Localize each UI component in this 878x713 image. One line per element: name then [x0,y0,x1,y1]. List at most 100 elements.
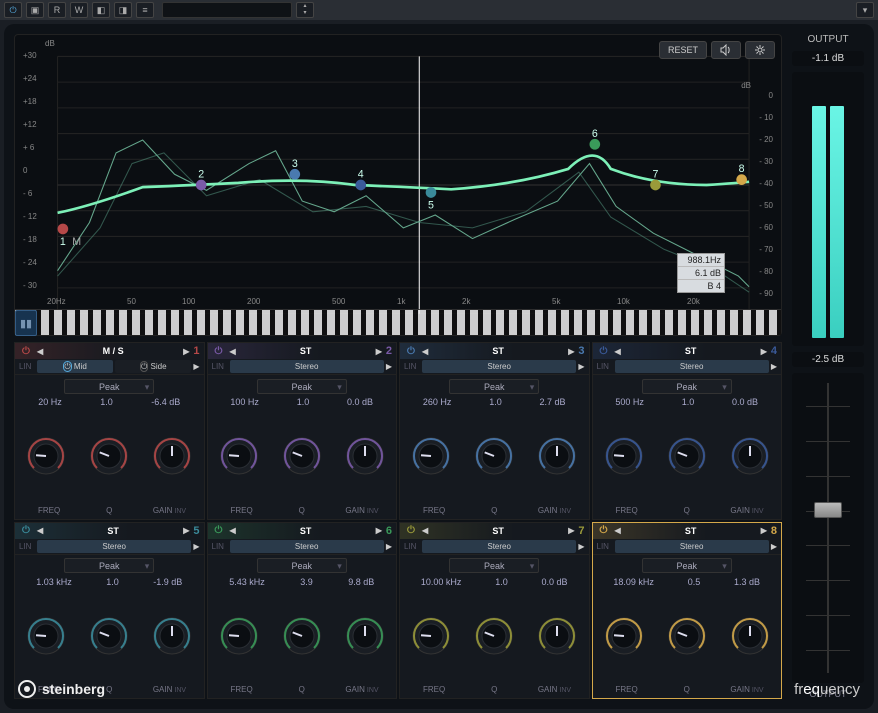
band-mode[interactable]: ST [432,526,564,536]
menu-chevron-icon[interactable]: ▾ [856,2,874,18]
chevron-right-icon[interactable]: ▶ [193,542,199,551]
q-knob[interactable] [281,435,323,477]
q-knob[interactable] [473,435,515,477]
band-mode[interactable]: ST [240,346,372,356]
band-power-button[interactable]: ⏻ [19,344,33,358]
band-power-button[interactable]: ⏻ [404,344,418,358]
stereo-button[interactable]: Stereo [422,540,576,553]
freq-value[interactable]: 260 Hz [423,397,452,407]
prev-mode-icon[interactable]: ◀ [615,347,621,356]
mid-button[interactable]: ⏻ Mid [37,360,113,373]
q-knob[interactable] [473,615,515,657]
chevron-right-icon[interactable]: ▶ [771,542,777,551]
chevron-right-icon[interactable]: ▶ [578,542,584,551]
ab-a-button[interactable]: ◧ [92,2,110,18]
gain-value[interactable]: 0.0 dB [732,397,758,407]
compare-button[interactable]: ▣ [26,2,44,18]
stereo-button[interactable]: Stereo [615,360,769,373]
gain-knob[interactable] [151,435,193,477]
chevron-right-icon[interactable]: ▶ [386,542,392,551]
gain-knob[interactable] [151,615,193,657]
gain-value[interactable]: 1.3 dB [734,577,760,587]
next-mode-icon[interactable]: ▶ [183,347,189,356]
output-fader[interactable] [792,373,864,683]
q-knob[interactable] [666,435,708,477]
q-value[interactable]: 1.0 [297,397,310,407]
freq-knob[interactable] [603,435,645,477]
next-mode-icon[interactable]: ▶ [568,347,574,356]
freq-knob[interactable] [25,435,67,477]
gain-knob[interactable] [536,615,578,657]
preset-menu-button[interactable]: ≡ [136,2,154,18]
reset-button[interactable]: RESET [659,41,707,59]
q-value[interactable]: 1.0 [495,577,508,587]
freq-value[interactable]: 500 Hz [615,397,644,407]
filter-type-dropdown[interactable]: Peak [257,379,347,394]
gain-value[interactable]: 0.0 dB [542,577,568,587]
filter-type-dropdown[interactable]: Peak [642,379,732,394]
keyboard-toggle[interactable]: ▮▮ [15,310,37,336]
prev-mode-icon[interactable]: ◀ [230,347,236,356]
band-power-button[interactable]: ⏻ [19,524,33,538]
freq-value[interactable]: 100 Hz [230,397,259,407]
stereo-button[interactable]: Stereo [230,540,384,553]
listen-button[interactable] [711,41,741,59]
side-button[interactable]: ⏻ Side [115,360,191,373]
freq-knob[interactable] [410,615,452,657]
gain-value[interactable]: 2.7 dB [540,397,566,407]
gain-knob[interactable] [344,615,386,657]
gain-value[interactable]: -6.4 dB [151,397,180,407]
chevron-right-icon[interactable]: ▶ [193,362,199,371]
band-power-button[interactable]: ⏻ [404,524,418,538]
q-knob[interactable] [88,435,130,477]
next-mode-icon[interactable]: ▶ [761,347,767,356]
filter-type-dropdown[interactable]: Peak [64,379,154,394]
filter-type-dropdown[interactable]: Peak [64,558,154,573]
q-value[interactable]: 1.0 [682,397,695,407]
q-value[interactable]: 0.5 [688,577,701,587]
q-knob[interactable] [666,615,708,657]
next-mode-icon[interactable]: ▶ [183,526,189,535]
prev-mode-icon[interactable]: ◀ [230,526,236,535]
preset-combo[interactable] [162,2,292,18]
filter-type-dropdown[interactable]: Peak [257,558,347,573]
eq-graph[interactable]: RESET [14,34,782,336]
settings-button[interactable] [745,41,775,59]
next-mode-icon[interactable]: ▶ [376,347,382,356]
q-value[interactable]: 1.0 [489,397,502,407]
band-power-button[interactable]: ⏻ [597,524,611,538]
gain-knob[interactable] [344,435,386,477]
freq-value[interactable]: 10.00 kHz [421,577,462,587]
q-knob[interactable] [281,615,323,657]
band-mode[interactable]: M / S [47,346,179,356]
inv-button[interactable]: INV [174,508,186,515]
read-button[interactable]: R [48,2,66,18]
freq-value[interactable]: 5.43 kHz [229,577,265,587]
band-power-button[interactable]: ⏻ [597,344,611,358]
q-knob[interactable] [88,615,130,657]
prev-mode-icon[interactable]: ◀ [37,347,43,356]
prev-mode-icon[interactable]: ◀ [422,526,428,535]
gain-value[interactable]: -1.9 dB [153,577,182,587]
gain-knob[interactable] [729,435,771,477]
output-fader-readout[interactable]: -2.5 dB [792,352,864,367]
band-mode[interactable]: ST [432,346,564,356]
filter-type-dropdown[interactable]: Peak [449,558,539,573]
band-mode[interactable]: ST [625,526,757,536]
q-value[interactable]: 1.0 [100,397,113,407]
band-mode[interactable]: ST [47,526,179,536]
gain-value[interactable]: 0.0 dB [347,397,373,407]
inv-button[interactable]: INV [367,508,379,515]
write-button[interactable]: W [70,2,88,18]
freq-knob[interactable] [410,435,452,477]
band-mode[interactable]: ST [625,346,757,356]
inv-button[interactable]: INV [752,508,764,515]
next-mode-icon[interactable]: ▶ [568,526,574,535]
band-mode[interactable]: ST [240,526,372,536]
freq-knob[interactable] [218,435,260,477]
gain-knob[interactable] [729,615,771,657]
prev-mode-icon[interactable]: ◀ [37,526,43,535]
stereo-button[interactable]: Stereo [37,540,191,553]
prev-mode-icon[interactable]: ◀ [615,526,621,535]
stereo-button[interactable]: Stereo [422,360,576,373]
